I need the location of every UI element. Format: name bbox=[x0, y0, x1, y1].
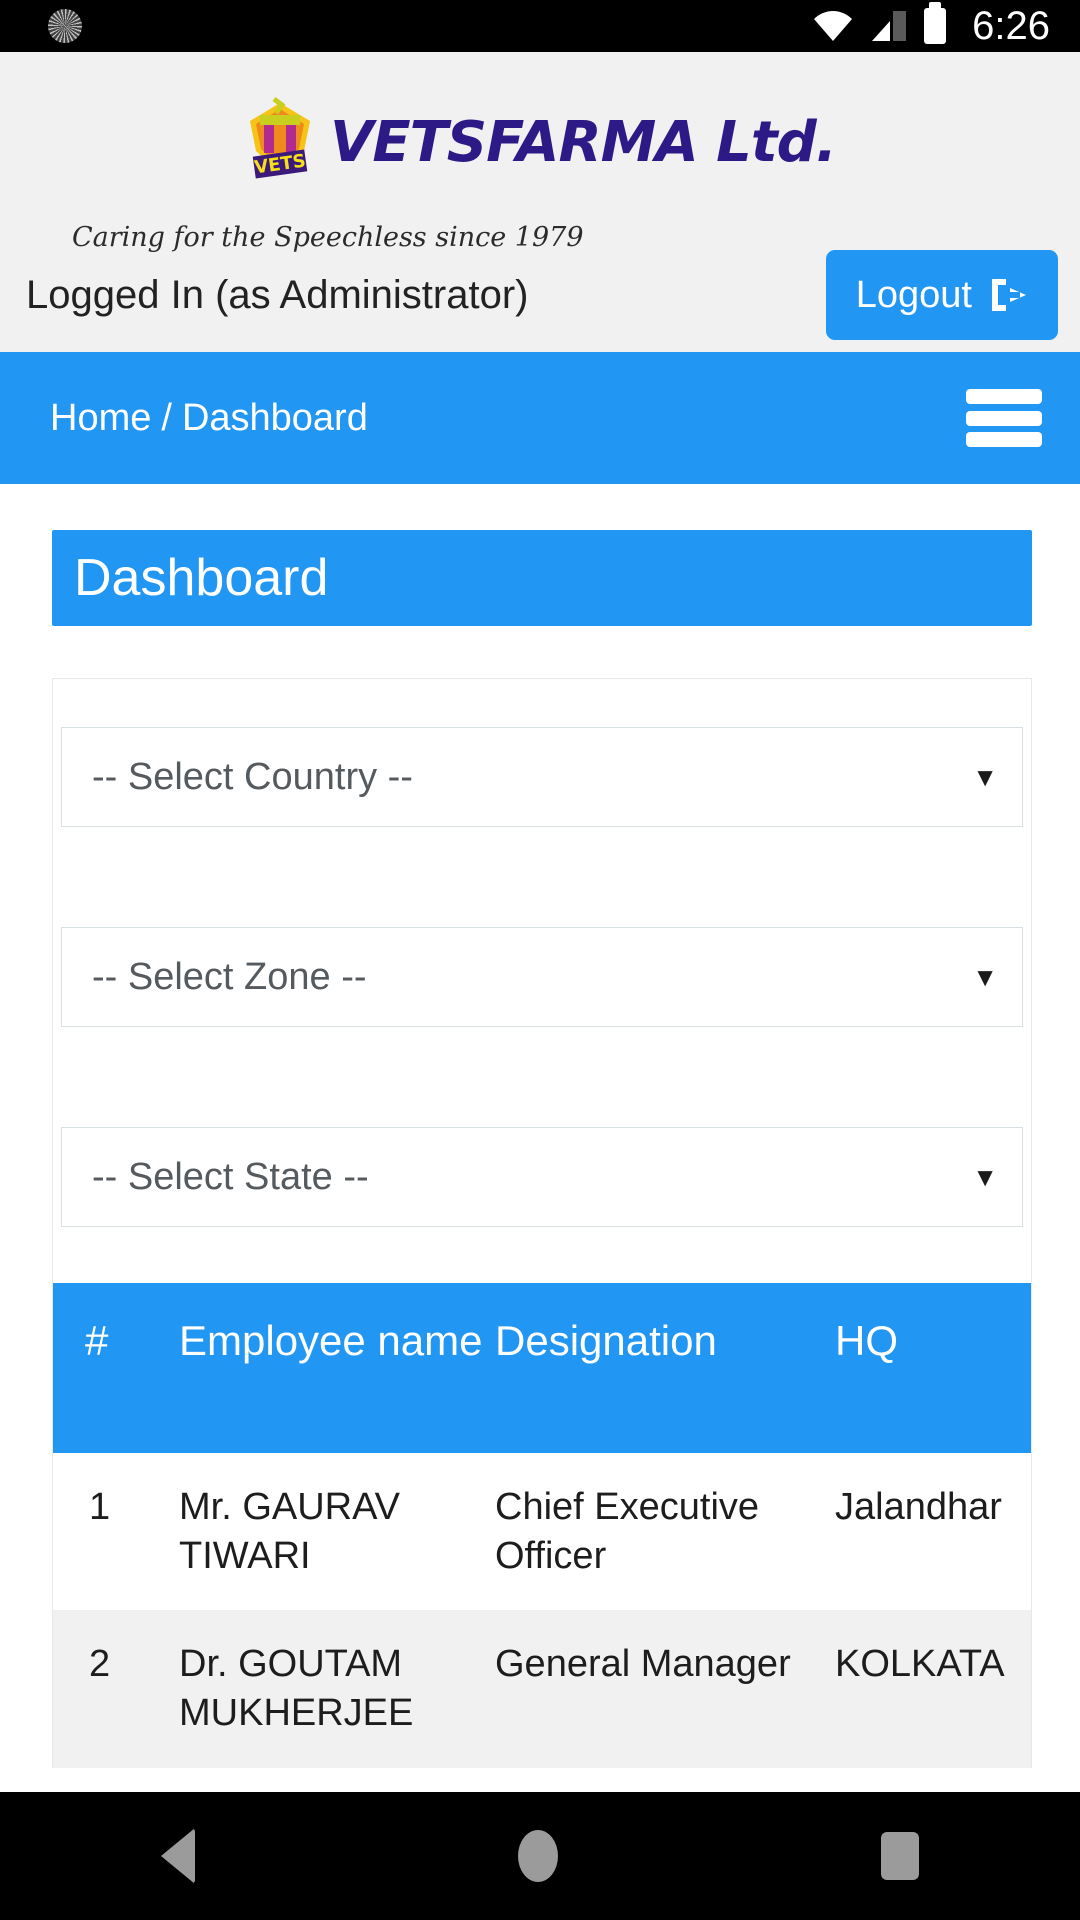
page-title: Dashboard bbox=[74, 549, 329, 607]
filter-spacer bbox=[53, 1027, 1031, 1127]
sign-out-icon bbox=[988, 275, 1028, 315]
cell-hq: Jalandhar bbox=[835, 1486, 1002, 1528]
state-select-value: -- Select State -- bbox=[92, 1155, 369, 1198]
cell-designation: General Manager bbox=[495, 1643, 791, 1686]
state-select[interactable]: -- Select State -- ▼ bbox=[61, 1127, 1023, 1227]
cellular-signal-icon bbox=[870, 9, 908, 43]
breadcrumb-navbar: Home / Dashboard bbox=[0, 352, 1080, 484]
hamburger-menu-icon[interactable] bbox=[966, 389, 1042, 447]
battery-icon bbox=[924, 2, 947, 44]
country-select[interactable]: -- Select Country -- ▼ bbox=[61, 727, 1023, 827]
recents-icon[interactable] bbox=[880, 1832, 919, 1880]
status-bar-clock: 6:26 bbox=[972, 4, 1050, 48]
zone-select-value: -- Select Zone -- bbox=[92, 955, 367, 998]
dashboard-panel-header: Dashboard bbox=[52, 530, 1032, 626]
employee-table: # Employee name Designation HQ 1 Mr. GAU… bbox=[53, 1283, 1031, 1768]
hamburger-bar bbox=[966, 410, 1042, 426]
android-navigation-bar bbox=[0, 1792, 1080, 1920]
cell-index: 2 bbox=[89, 1643, 111, 1686]
settings-spinner-icon bbox=[48, 9, 82, 43]
breadcrumb: Home / Dashboard bbox=[50, 397, 368, 440]
cell-employee-name: Mr. GAURAV TIWARI bbox=[179, 1486, 400, 1577]
col-header-designation[interactable]: Designation bbox=[495, 1283, 835, 1453]
col-header-hq[interactable]: HQ bbox=[835, 1283, 1031, 1453]
status-bar-left bbox=[0, 9, 812, 43]
chevron-down-icon: ▼ bbox=[972, 961, 998, 992]
logout-button[interactable]: Logout bbox=[825, 250, 1058, 340]
status-bar-right: 6:26 bbox=[812, 2, 1080, 48]
chevron-down-icon: ▼ bbox=[972, 1161, 998, 1192]
wifi-icon bbox=[812, 10, 854, 42]
status-bar: 6:26 bbox=[0, 0, 1080, 52]
card-top-spacer bbox=[53, 679, 1031, 727]
hamburger-bar bbox=[966, 389, 1042, 404]
brand-text: VETSFARMA Ltd. bbox=[330, 110, 837, 175]
cell-employee-name: Dr. GOUTAM MUKHERJEE bbox=[179, 1643, 414, 1734]
brand-logo: VETS VETSFARMA Ltd. bbox=[0, 52, 1080, 212]
table-row[interactable]: 2 Dr. GOUTAM MUKHERJEE General Manager K… bbox=[53, 1610, 1031, 1768]
logged-in-label: Logged In (as Administrator) bbox=[26, 272, 529, 317]
logout-label: Logout bbox=[855, 273, 972, 316]
breadcrumb-home[interactable]: Home bbox=[50, 397, 151, 440]
brand-name: VETSFARMA Ltd. bbox=[330, 110, 837, 175]
cell-hq: KOLKATA bbox=[835, 1643, 1005, 1686]
table-row[interactable]: 1 Mr. GAURAV TIWARI Chief Executive Offi… bbox=[53, 1453, 1031, 1611]
vets-shield-icon: VETS bbox=[244, 95, 316, 191]
page-content: Dashboard -- Select Country -- ▼ -- Sele… bbox=[0, 484, 1080, 1792]
employee-table-head: # Employee name Designation HQ bbox=[53, 1283, 1031, 1453]
app-header: VETS VETSFARMA Ltd. Caring for the Speec… bbox=[0, 52, 1080, 352]
cell-index: 1 bbox=[89, 1486, 111, 1528]
phone-screen: 6:26 VETS VETSFARMA Ltd. Caring for the … bbox=[0, 0, 1080, 1920]
chevron-down-icon: ▼ bbox=[972, 761, 998, 792]
filters-and-table-card: -- Select Country -- ▼ -- Select Zone --… bbox=[52, 678, 1032, 1768]
col-header-index[interactable]: # bbox=[53, 1283, 179, 1453]
breadcrumb-separator: / bbox=[161, 396, 172, 439]
cell-designation: Chief Executive Officer bbox=[495, 1486, 760, 1577]
filter-spacer bbox=[53, 827, 1031, 927]
table-header-row: # Employee name Designation HQ bbox=[53, 1283, 1031, 1453]
breadcrumb-current: Dashboard bbox=[181, 396, 368, 439]
employee-table-body: 1 Mr. GAURAV TIWARI Chief Executive Offi… bbox=[53, 1453, 1031, 1768]
login-status-bar: Logged In (as Administrator) Logout bbox=[0, 238, 1080, 352]
employee-table-scroll[interactable]: # Employee name Designation HQ 1 Mr. GAU… bbox=[53, 1283, 1031, 1768]
home-icon[interactable] bbox=[517, 1830, 558, 1882]
country-select-value: -- Select Country -- bbox=[92, 755, 413, 798]
hamburger-bar bbox=[966, 432, 1042, 447]
back-icon[interactable] bbox=[161, 1828, 196, 1884]
table-top-spacer bbox=[53, 1227, 1031, 1283]
zone-select[interactable]: -- Select Zone -- ▼ bbox=[61, 927, 1023, 1027]
col-header-employee-name[interactable]: Employee name bbox=[179, 1283, 495, 1453]
